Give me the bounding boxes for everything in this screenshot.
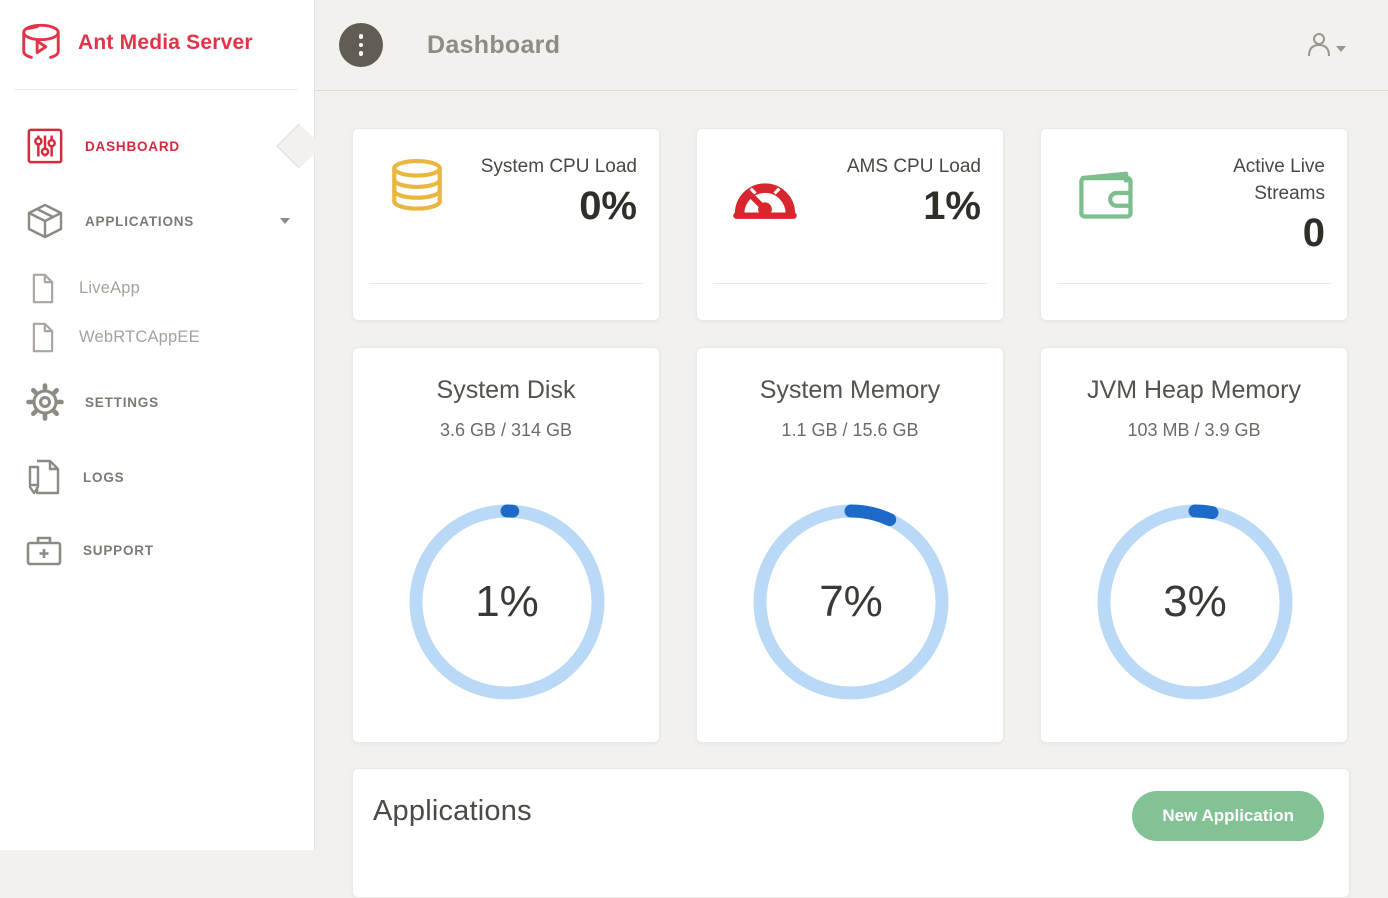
donut-chart: 7% — [746, 497, 956, 707]
stat-value: 0% — [477, 184, 637, 229]
card-divider — [1057, 283, 1331, 284]
stat-label: Active Live Streams — [1165, 153, 1325, 207]
gauge-subtitle: 1.1 GB / 15.6 GB — [697, 420, 1003, 441]
stat-card-ams-cpu: AMS CPU Load 1% — [696, 128, 1004, 321]
applications-title: Applications — [373, 795, 532, 828]
stat-value: 1% — [821, 184, 981, 229]
card-divider — [369, 283, 643, 284]
support-icon — [25, 532, 63, 568]
donut-chart: 1% — [402, 497, 612, 707]
gauge-card-system-memory: System Memory 1.1 GB / 15.6 GB 7% — [696, 347, 1004, 743]
gauge-percent: 3% — [1090, 497, 1300, 707]
user-menu[interactable] — [1306, 31, 1346, 59]
gauge-title: JVM Heap Memory — [1041, 376, 1347, 405]
card-divider — [713, 283, 987, 284]
stat-value: 0 — [1165, 211, 1325, 256]
donut-chart: 3% — [1090, 497, 1300, 707]
sidebar-item-applications[interactable]: APPLICATIONS — [25, 199, 302, 243]
brand-name: Ant Media Server — [78, 31, 253, 55]
brand-logo[interactable]: Ant Media Server — [18, 20, 253, 66]
user-icon — [1306, 31, 1332, 59]
sidebar-item-label: SUPPORT — [83, 543, 154, 558]
gauge-card-system-disk: System Disk 3.6 GB / 314 GB 1% — [352, 347, 660, 743]
sidebar-item-label: APPLICATIONS — [85, 214, 194, 229]
vertical-ellipsis-icon — [359, 34, 364, 39]
page-title: Dashboard — [427, 31, 560, 60]
gauge-card-jvm-heap: JVM Heap Memory 103 MB / 3.9 GB 3% — [1040, 347, 1348, 743]
database-icon — [387, 159, 447, 221]
file-icon — [30, 322, 56, 353]
sidebar-item-settings[interactable]: SETTINGS — [25, 380, 302, 424]
gauge-title: System Memory — [697, 376, 1003, 405]
stat-label: System CPU Load — [477, 153, 637, 180]
gauge-subtitle: 103 MB / 3.9 GB — [1041, 420, 1347, 441]
stat-card-active-streams: Active Live Streams 0 — [1040, 128, 1348, 321]
gear-icon — [25, 382, 65, 422]
sidebar-divider — [14, 89, 298, 90]
sidebar-item-label: LiveApp — [79, 279, 140, 298]
package-icon — [25, 201, 65, 241]
sidebar-item-label: LOGS — [83, 470, 124, 485]
gauge-percent: 7% — [746, 497, 956, 707]
sliders-icon — [25, 127, 65, 165]
sidebar-item-liveapp[interactable]: LiveApp — [30, 269, 302, 307]
sidebar-item-webrtcappee[interactable]: WebRTCAppEE — [30, 318, 302, 356]
new-application-button[interactable]: New Application — [1132, 791, 1324, 841]
gauge-title: System Disk — [353, 376, 659, 405]
sidebar-item-label: DASHBOARD — [85, 139, 180, 154]
chevron-down-icon[interactable] — [280, 218, 290, 224]
sidebar-item-label: WebRTCAppEE — [79, 328, 200, 347]
applications-section: Applications New Application — [352, 768, 1350, 898]
stat-card-system-cpu: System CPU Load 0% — [352, 128, 660, 321]
stat-label: AMS CPU Load — [821, 153, 981, 180]
sidebar-item-dashboard[interactable]: DASHBOARD — [25, 124, 302, 168]
menu-ellipsis-button[interactable] — [339, 23, 383, 67]
sidebar-item-support[interactable]: SUPPORT — [25, 528, 302, 572]
top-header: Dashboard — [315, 0, 1388, 91]
sidebar-item-logs[interactable]: LOGS — [25, 455, 302, 499]
logs-icon — [25, 458, 63, 496]
chevron-down-icon — [1336, 46, 1346, 52]
file-icon — [30, 273, 56, 304]
gauge-icon — [731, 167, 799, 222]
gauge-percent: 1% — [402, 497, 612, 707]
sidebar: Ant Media Server DASHBOARD A — [0, 0, 315, 850]
ant-media-logo-icon — [18, 20, 64, 66]
sidebar-item-label: SETTINGS — [85, 395, 159, 410]
wallet-icon — [1075, 165, 1139, 221]
gauge-subtitle: 3.6 GB / 314 GB — [353, 420, 659, 441]
